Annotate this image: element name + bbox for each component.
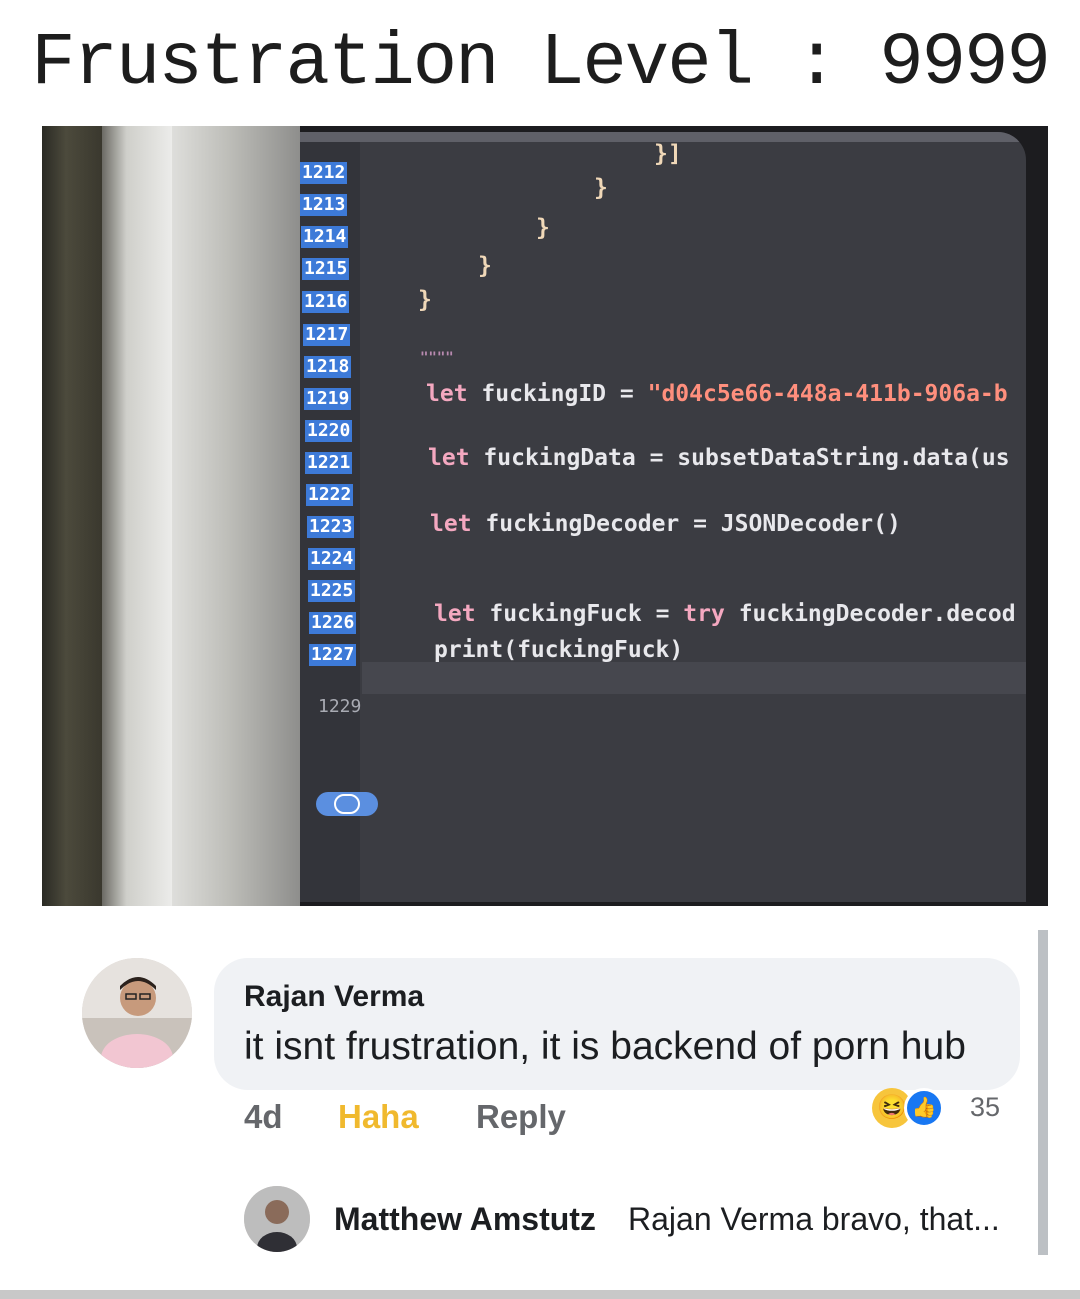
line-number: 1215 [302,258,350,280]
comment-author[interactable]: Rajan Verma [244,980,424,1014]
current-line-highlight [362,662,1026,694]
line-number: 1226 [309,612,357,634]
like-icon: 👍 [904,1088,944,1128]
line-number: 1220 [305,420,353,442]
meme-title: Frustration Level : 9999 [31,22,1051,106]
code-brace: } [478,253,492,279]
code-brace: } [594,175,608,201]
avatar-portrait-icon [244,1186,310,1252]
line-number: 1222 [306,484,354,506]
bottom-divider [0,1290,1080,1299]
code-line-1227: print(fuckingFuck) [434,637,684,663]
line-number: 1229 [318,696,362,717]
line-number: 1221 [305,452,353,474]
code-top-fragment: }] [654,141,682,167]
code-brace: } [418,287,432,313]
line-number: 1224 [308,548,356,570]
monitor-bezel-left [42,126,102,906]
scrollbar[interactable] [1038,930,1048,1255]
code-line-1219: let fuckingID = "d04c5e66-448a-411b-906a… [426,381,1008,407]
code-doc-quotes: """" [420,350,454,366]
line-number: 1213 [300,194,348,216]
line-number: 1225 [308,580,356,602]
commenter-avatar[interactable] [82,958,192,1068]
monitor-edge-grey [172,126,300,906]
reaction-count: 35 [970,1092,1001,1122]
line-number: 1214 [301,226,349,248]
code-line-1223: let fuckingDecoder = JSONDecoder() [430,511,901,537]
breakpoint-marker[interactable] [316,792,378,816]
code-brace: } [536,215,550,241]
code-photo: }] } } } } """" let fuckingID = "d04c5e6… [42,126,1048,906]
reaction-summary[interactable]: 😆 👍 35 [872,1088,1014,1128]
comment-time[interactable]: 4d [244,1098,283,1136]
monitor-edge-white [102,126,172,906]
code-line-1226: let fuckingFuck = try fuckingDecoder.dec… [434,601,1016,627]
line-number: 1219 [304,388,352,410]
line-number: 1227 [309,644,357,666]
reply-avatar[interactable] [244,1186,310,1252]
haha-button[interactable]: Haha [338,1098,419,1136]
comment-text: it isnt frustration, it is backend of po… [244,1025,966,1068]
reply-text[interactable]: Rajan Verma bravo, that... [628,1201,1000,1238]
comment-bubble [214,958,1020,1090]
line-number: 1223 [307,516,355,538]
code-line-1221: let fuckingData = subsetDataString.data(… [428,445,1010,471]
line-number: 1212 [300,162,348,184]
line-number: 1217 [303,324,351,346]
line-number: 1216 [302,291,350,313]
line-number: 1218 [304,356,352,378]
breakpoint-icon [334,794,360,814]
reply-author[interactable]: Matthew Amstutz [334,1201,596,1238]
avatar-portrait-icon [82,958,192,1068]
reply-button[interactable]: Reply [476,1098,566,1136]
code-editor-screen: }] } } } } """" let fuckingID = "d04c5e6… [300,132,1026,902]
